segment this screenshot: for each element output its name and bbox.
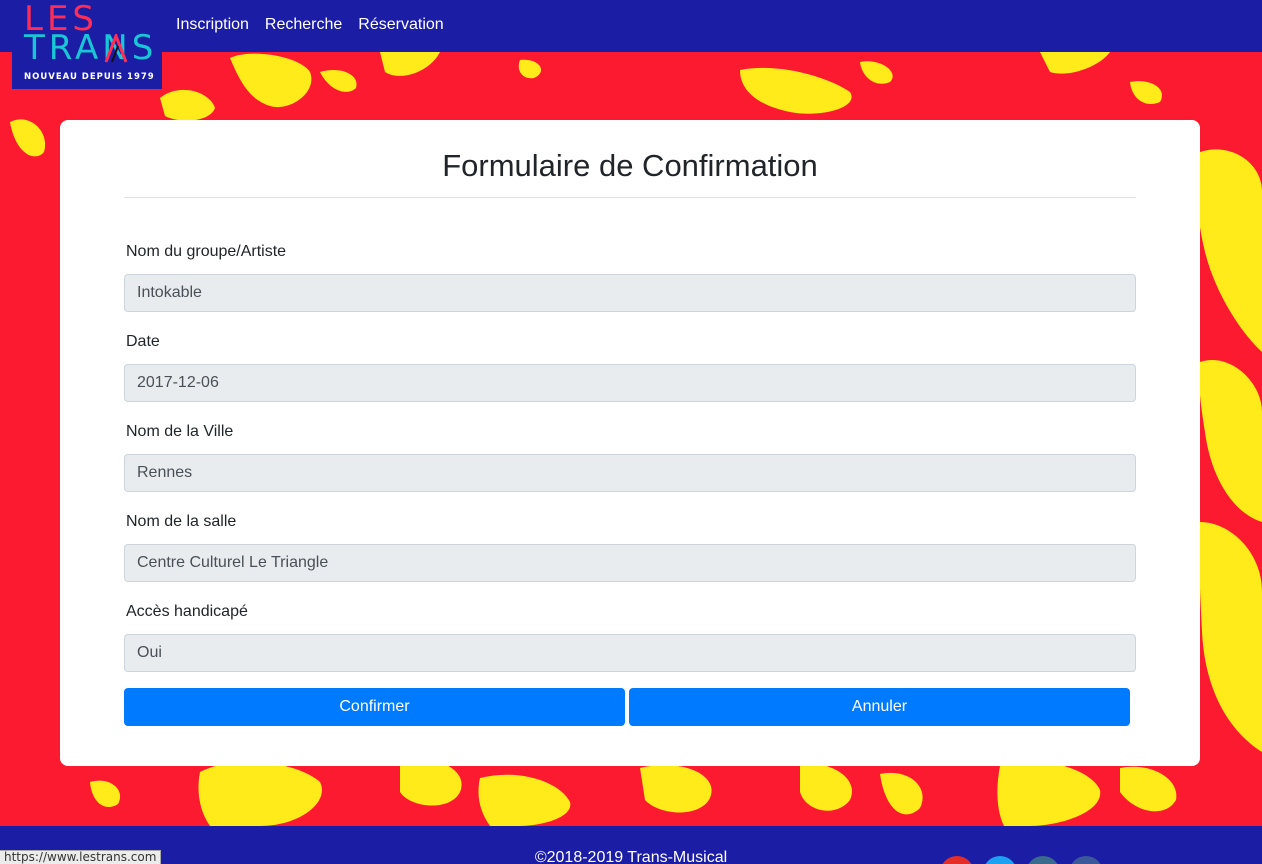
field-label: Nom de la Ville — [126, 423, 234, 440]
field-city: Nom de la Ville Rennes — [124, 422, 1136, 492]
field-accessibility: Accès handicapé Oui — [124, 602, 1136, 672]
nav-item-recherche[interactable]: Recherche — [265, 15, 342, 35]
date-field: 2017-12-06 — [124, 364, 1136, 402]
logo-line-2: TRANS — [24, 28, 158, 68]
field-artist: Nom du groupe/Artiste Intokable — [124, 242, 1136, 312]
field-date: Date 2017-12-06 — [124, 332, 1136, 402]
field-label: Nom de la salle — [126, 513, 237, 530]
nav-item-inscription[interactable]: Inscription — [176, 15, 249, 35]
brand-logo[interactable]: LES TRANS NOUVEAU DEPUIS 1979 — [12, 0, 162, 89]
logo-accent-icon — [104, 34, 128, 63]
field-label: Accès handicapé — [126, 603, 248, 620]
nav-links: Inscription Recherche Réservation — [176, 15, 444, 35]
confirmation-card: Formulaire de Confirmation Nom du groupe… — [60, 120, 1200, 766]
field-label: Date — [126, 333, 160, 350]
confirm-button[interactable]: Confirmer — [124, 688, 625, 726]
nav-item-reservation[interactable]: Réservation — [358, 15, 443, 35]
navbar: Inscription Recherche Réservation — [0, 0, 1262, 52]
page-title: Formulaire de Confirmation — [442, 148, 818, 183]
logo-tagline: NOUVEAU DEPUIS 1979 — [24, 72, 155, 82]
title-divider — [124, 197, 1136, 198]
venue-field: Centre Culturel Le Triangle — [124, 544, 1136, 582]
accessibility-field: Oui — [124, 634, 1136, 672]
city-field: Rennes — [124, 454, 1136, 492]
status-bar-url: https://www.lestrans.com — [0, 850, 162, 864]
cancel-button[interactable]: Annuler — [629, 688, 1130, 726]
footer: ©2018-2019 Trans-Musical — [0, 826, 1262, 864]
field-label: Nom du groupe/Artiste — [126, 243, 287, 260]
field-venue: Nom de la salle Centre Culturel Le Trian… — [124, 512, 1136, 582]
artist-field: Intokable — [124, 274, 1136, 312]
